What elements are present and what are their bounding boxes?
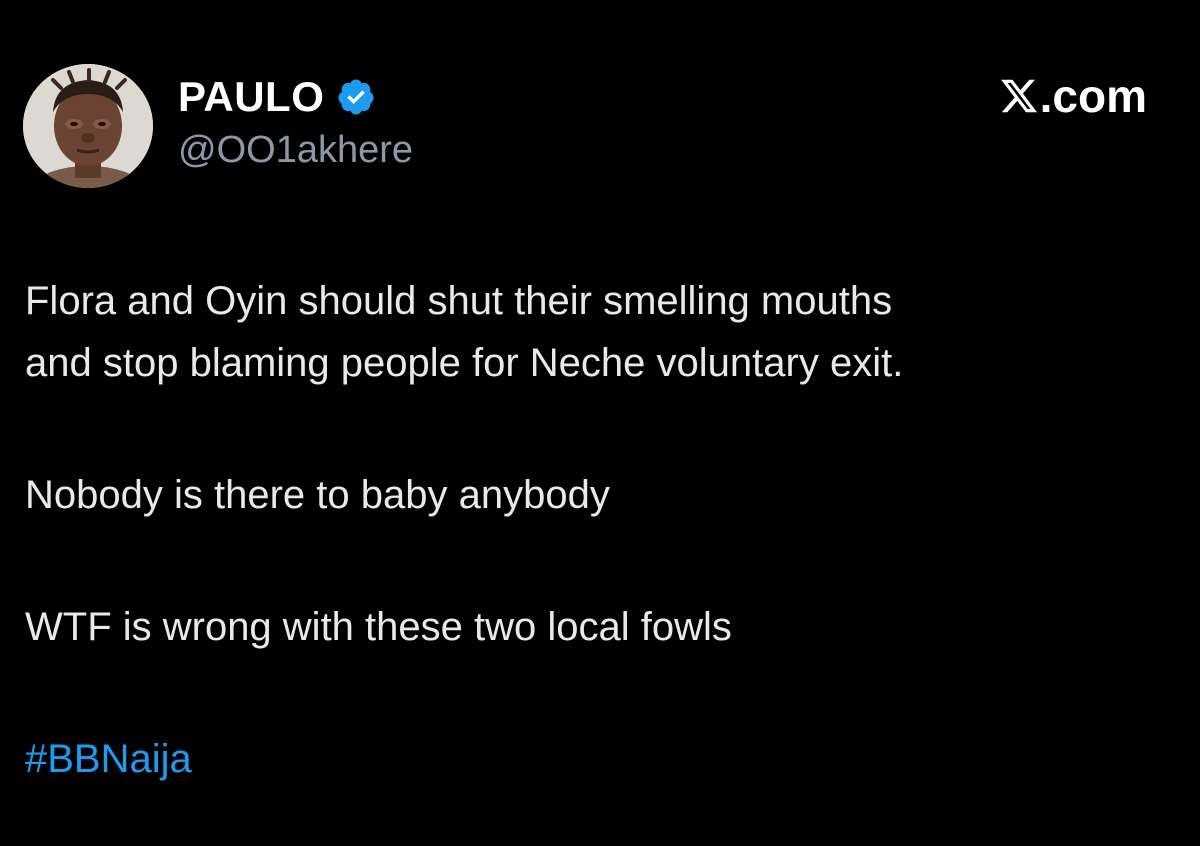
tweet-card: PAULO @OO1akhere .com Flora and Oyin sho… bbox=[0, 0, 1200, 846]
verified-badge-icon bbox=[336, 77, 376, 117]
x-logo-icon bbox=[998, 76, 1040, 116]
tweet-text: Flora and Oyin should shut their smellin… bbox=[25, 270, 1175, 790]
tweet-line: and stop blaming people for Neche volunt… bbox=[25, 341, 904, 385]
brand-watermark: .com bbox=[998, 70, 1147, 122]
hashtag-line: #BBNaija bbox=[25, 728, 1175, 790]
display-name[interactable]: PAULO bbox=[178, 72, 324, 122]
tweet-line: Nobody is there to baby anybody bbox=[25, 473, 610, 517]
tweet-line: Flora and Oyin should shut their smellin… bbox=[25, 279, 893, 323]
display-name-row[interactable]: PAULO bbox=[178, 72, 376, 122]
avatar-photo-icon bbox=[23, 64, 153, 188]
brand-domain-text: .com bbox=[1039, 70, 1147, 122]
avatar[interactable] bbox=[23, 64, 153, 188]
hashtag-link[interactable]: #BBNaija bbox=[25, 728, 192, 790]
author-handle[interactable]: @OO1akhere bbox=[178, 126, 413, 174]
tweet-line: WTF is wrong with these two local fowls bbox=[25, 605, 732, 649]
